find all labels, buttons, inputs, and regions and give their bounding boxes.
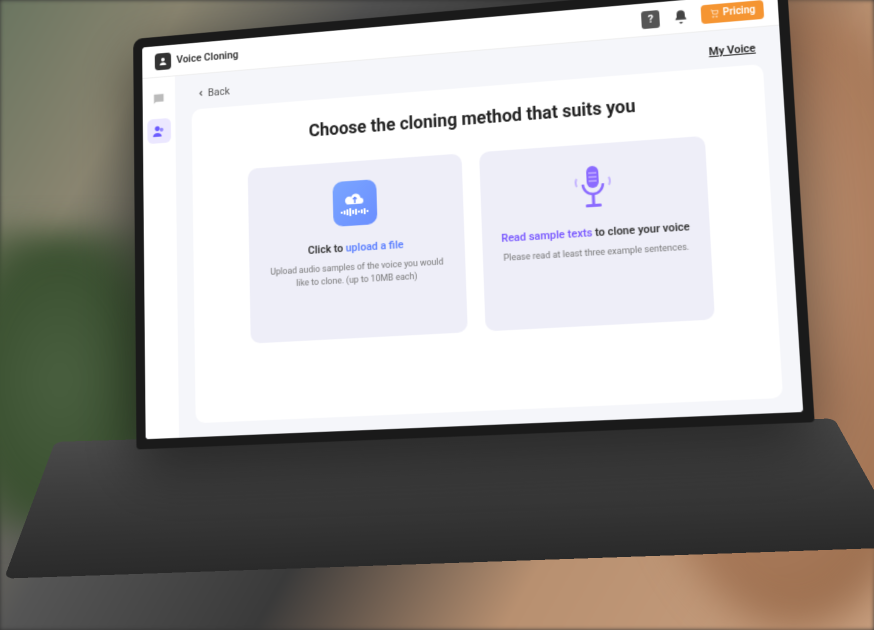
cart-icon (709, 8, 720, 19)
record-icon-wrap (566, 160, 619, 213)
upload-title-accent: upload a file (346, 238, 404, 254)
notifications-button[interactable] (670, 6, 691, 27)
app-logo-icon (155, 52, 171, 70)
page-heading: Choose the cloning method that suits you (308, 96, 636, 141)
main-area: Back My Voice Choose the cloning method … (175, 26, 803, 438)
pricing-button[interactable]: Pricing (701, 0, 764, 24)
back-button[interactable]: Back (197, 85, 230, 100)
help-icon: ? (641, 9, 660, 28)
back-label: Back (208, 85, 230, 99)
sidebar-item-voice[interactable] (147, 118, 171, 144)
record-voice-card[interactable]: Read sample texts to clone your voice Pl… (479, 136, 715, 332)
left-sidebar (142, 76, 179, 439)
upload-file-card[interactable]: Click to upload a file Upload audio samp… (248, 153, 468, 343)
record-title-accent: Read sample texts (501, 226, 593, 245)
upload-card-description: Upload audio samples of the voice you wo… (264, 256, 450, 292)
upload-icon-wrap (330, 177, 379, 229)
record-card-title: Read sample texts to clone your voice (501, 220, 690, 245)
laptop-bezel: Voice Cloning ? Pricing (133, 0, 815, 449)
upload-cloud-icon (332, 179, 377, 227)
app-screen: Voice Cloning ? Pricing (142, 0, 803, 439)
chat-icon (152, 91, 167, 107)
my-voice-link[interactable]: My Voice (708, 42, 756, 59)
bell-icon (673, 8, 690, 25)
record-title-suffix: to clone your voice (592, 220, 690, 239)
options-row: Click to upload a file Upload audio samp… (218, 133, 748, 345)
upload-card-title: Click to upload a file (308, 238, 404, 257)
chevron-left-icon (197, 89, 205, 98)
app-title: Voice Cloning (176, 48, 238, 65)
pricing-label: Pricing (723, 5, 756, 19)
sidebar-item-chat[interactable] (147, 86, 171, 112)
upload-title-prefix: Click to (308, 242, 346, 257)
record-card-description: Please read at least three example sente… (503, 242, 689, 266)
voice-clone-icon (152, 123, 167, 139)
help-button[interactable]: ? (640, 8, 661, 29)
microphone-icon (571, 163, 613, 212)
body-area: Back My Voice Choose the cloning method … (142, 26, 803, 440)
content-card: Choose the cloning method that suits you (192, 64, 783, 423)
